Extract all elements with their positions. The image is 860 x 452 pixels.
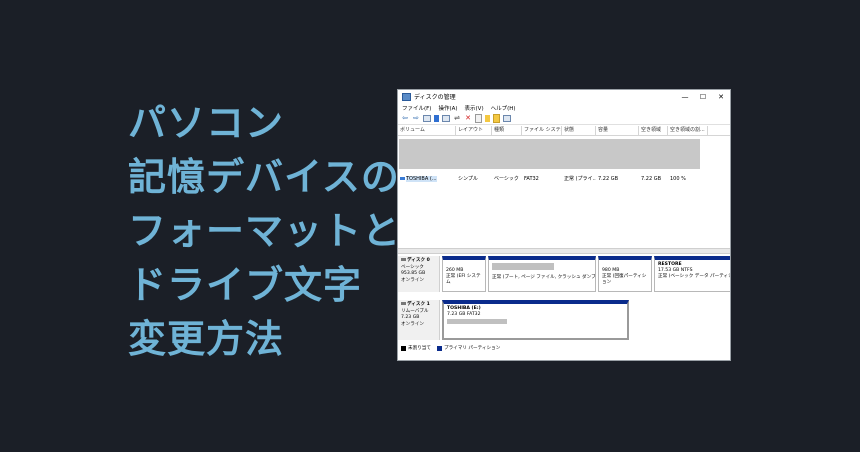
partition-status: 正常 (ベーシック データ パーティション [658, 274, 730, 279]
redacted-label [447, 319, 507, 324]
back-arrow-icon[interactable]: ⇦ [401, 115, 409, 122]
menu-action[interactable]: 操作(A) [438, 104, 457, 112]
disk-management-window: ディスクの管理 — ☐ ✕ ファイル(F) 操作(A) 表示(V) ヘルプ(H)… [397, 89, 731, 361]
menu-file[interactable]: ファイル(F) [402, 104, 431, 112]
cell-type: ベーシック [494, 176, 519, 182]
col-free-pct[interactable]: 空き領域の割... [668, 126, 708, 135]
list-view-icon[interactable] [423, 115, 431, 122]
partition-status: 正常 (回復パーティション [602, 274, 647, 285]
cell-free-pct: 100 % [670, 176, 686, 182]
redacted-rows [399, 139, 700, 169]
properties-icon[interactable] [493, 114, 500, 123]
menu-help[interactable]: ヘルプ(H) [491, 104, 516, 112]
cell-fs: FAT32 [524, 176, 539, 182]
folder-icon[interactable] [485, 115, 490, 122]
delete-icon[interactable]: ✕ [464, 115, 472, 122]
toolbar: ⇦ ⇨ ⇌ ✕ [398, 113, 730, 125]
volume-list-header: ボリューム レイアウト 種類 ファイル システム 状態 容量 空き領域 空き領域… [398, 126, 730, 136]
disk-1-info[interactable]: ディスク 1 リムーバブル 7.23 GB オンライン [398, 300, 440, 340]
table-row[interactable]: TOSHIBA (... シンプル ベーシック FAT32 正常 (プライ...… [398, 175, 708, 183]
legend: 未割り当て プライマリ パーティション [401, 345, 506, 351]
disk-0-partition-efi[interactable]: 260 MB 正常 (EFI システム [442, 256, 486, 292]
disk-1-name: ディスク 1 [407, 302, 430, 307]
partition-status: 正常 (ブート, ページ ファイル, クラッシュ ダンプ, ベーシ [492, 275, 596, 280]
volume-list: TOSHIBA (... シンプル ベーシック FAT32 正常 (プライ...… [398, 136, 730, 248]
forward-arrow-icon[interactable]: ⇨ [412, 115, 420, 122]
disk-management-icon [402, 92, 411, 101]
col-layout[interactable]: レイアウト [456, 126, 492, 135]
legend-unallocated: 未割り当て [408, 346, 431, 351]
cell-free: 7.22 GB [641, 176, 662, 182]
disk-0-partition-os[interactable]: 正常 (ブート, ページ ファイル, クラッシュ ダンプ, ベーシ [488, 256, 596, 292]
title-bar: ディスクの管理 — ☐ ✕ [398, 90, 730, 103]
unallocated-swatch [401, 345, 406, 351]
help-book-icon[interactable] [434, 115, 439, 122]
disk-1-size: 7.23 GB [401, 315, 420, 321]
disk-icon [401, 302, 406, 305]
cell-capacity: 7.22 GB [598, 176, 619, 182]
col-status[interactable]: 状態 [562, 126, 596, 135]
disk-0-partition-restore[interactable]: RESTORE 17.53 GB NTFS 正常 (ベーシック データ パーティ… [654, 256, 730, 292]
primary-swatch [436, 345, 442, 351]
cell-status: 正常 (プライ... [564, 176, 596, 182]
disk-0-info[interactable]: ディスク 0 ベーシック 953.85 GB オンライン [398, 256, 440, 292]
disk-0-row: ディスク 0 ベーシック 953.85 GB オンライン 260 MB 正常 (… [398, 256, 730, 292]
col-volume[interactable]: ボリューム [398, 126, 456, 135]
disk-1-row: ディスク 1 リムーバブル 7.23 GB オンライン TOSHIBA (E:)… [398, 300, 629, 340]
legend-primary: プライマリ パーティション [443, 346, 501, 351]
document-icon[interactable] [475, 114, 482, 123]
col-free[interactable]: 空き領域 [639, 126, 668, 135]
headline-line-5: 変更方法 [128, 317, 285, 361]
window-title: ディスクの管理 [414, 94, 456, 101]
col-type[interactable]: 種類 [492, 126, 522, 135]
cell-volume: TOSHIBA (... [406, 176, 437, 182]
disk-0-partition-recovery[interactable]: 980 MB 正常 (回復パーティション [598, 256, 652, 292]
volume-icon [400, 177, 405, 180]
redacted-label [492, 263, 554, 270]
menu-bar: ファイル(F) 操作(A) 表示(V) ヘルプ(H) [398, 103, 730, 113]
disk-1-partition[interactable]: TOSHIBA (E:) 7.23 GB FAT32 [442, 300, 629, 340]
window-icon[interactable] [503, 115, 511, 122]
disk-1-state: オンライン [401, 321, 424, 327]
disk-0-name: ディスク 0 [407, 258, 430, 263]
headline-line-2: 記憶デバイスの [128, 155, 400, 199]
menu-view[interactable]: 表示(V) [465, 104, 484, 112]
disk-0-size: 953.85 GB [401, 271, 426, 277]
headline-line-3: フォーマットと [128, 209, 402, 253]
col-capacity[interactable]: 容量 [596, 126, 639, 135]
cell-layout: シンプル [458, 176, 478, 182]
headline-line-4: ドライブ文字 [128, 263, 363, 307]
col-filesystem[interactable]: ファイル システム [522, 126, 562, 135]
close-button[interactable]: ✕ [712, 93, 730, 101]
disk-0-state: オンライン [401, 277, 424, 283]
headline: パソコン 記憶デバイスの フォーマットと ドライブ文字 変更方法 [128, 96, 401, 366]
connect-icon[interactable]: ⇌ [453, 115, 461, 122]
minimize-button[interactable]: — [676, 93, 694, 101]
partition-size: 7.23 GB FAT32 [447, 312, 481, 317]
maximize-button[interactable]: ☐ [694, 93, 712, 101]
disk-view-icon[interactable] [442, 115, 450, 122]
headline-line-1: パソコン [128, 101, 285, 145]
partition-status: 正常 (EFI システム [446, 274, 481, 285]
disk-icon [401, 258, 406, 261]
